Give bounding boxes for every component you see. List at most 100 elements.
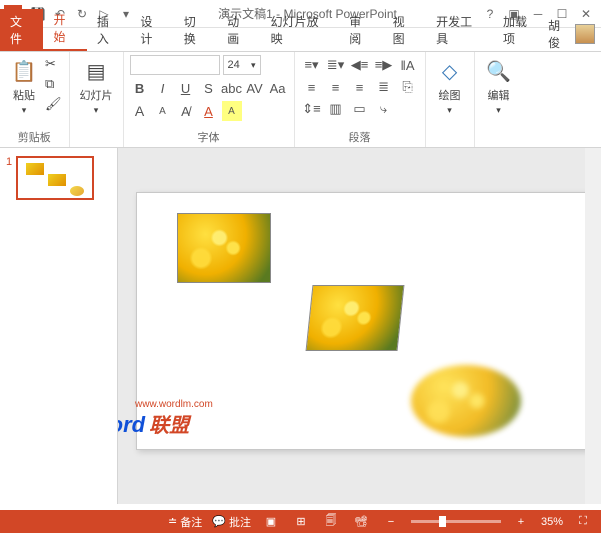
tab-developer[interactable]: 开发工具 xyxy=(426,9,493,51)
align-text-button[interactable]: ⎘ xyxy=(397,77,419,97)
notes-button[interactable]: ≐备注 xyxy=(168,514,202,530)
watermark-cn: 联盟 xyxy=(149,409,189,438)
reading-view-icon[interactable]: 🗐 xyxy=(321,512,341,531)
increase-indent-button[interactable]: ≡▶ xyxy=(373,55,395,75)
numbering-button[interactable]: ≣▾ xyxy=(325,55,347,75)
change-case-button[interactable]: Aa xyxy=(268,78,288,98)
tab-file[interactable]: 文件 xyxy=(0,9,43,51)
tab-review[interactable]: 审阅 xyxy=(339,9,382,51)
shadow-button[interactable]: abc xyxy=(222,78,242,98)
chevron-down-icon: ▾ xyxy=(496,105,501,116)
comments-icon: 💬 xyxy=(212,515,226,528)
vertical-scrollbar[interactable] xyxy=(585,148,601,504)
slide-canvas-area[interactable]: www.wordlm.com W ord 联盟 xyxy=(118,148,601,504)
fit-window-icon[interactable]: ⛶ xyxy=(573,515,593,528)
thumbnail-item[interactable]: 1 xyxy=(6,156,111,200)
paste-button[interactable]: 📋 粘贴 ▾ xyxy=(6,55,42,127)
character-spacing-button[interactable]: AV xyxy=(245,78,265,98)
group-clipboard: 📋 粘贴 ▾ ✂ ⧉ 🖌 剪贴板 xyxy=(0,52,70,147)
group-label-clipboard: 剪贴板 xyxy=(6,127,63,145)
zoom-level[interactable]: 35% xyxy=(541,516,563,528)
username-label: 胡俊 xyxy=(548,17,571,51)
decrease-indent-button[interactable]: ◀≡ xyxy=(349,55,371,75)
align-center-button[interactable]: ≡ xyxy=(325,77,347,97)
editing-button[interactable]: 🔍 编辑 ▾ xyxy=(481,55,517,143)
watermark-ord: ord xyxy=(118,412,145,438)
tab-addins[interactable]: 加载项 xyxy=(493,9,548,51)
tab-home[interactable]: 开始 xyxy=(43,7,86,51)
ribbon: 📋 粘贴 ▾ ✂ ⧉ 🖌 剪贴板 ▤ 幻灯片 ▾ 24▾ xyxy=(0,52,601,148)
copy-icon[interactable]: ⧉ xyxy=(44,75,63,93)
paste-label: 粘贴 xyxy=(13,87,35,103)
line-spacing-button[interactable]: ⇕≡ xyxy=(301,99,323,119)
format-painter-icon[interactable]: 🖌 xyxy=(44,95,63,113)
status-bar: ≐备注 💬批注 ▣ ⊞ 🗐 📽 − + 35% ⛶ xyxy=(0,510,601,533)
group-slides: ▤ 幻灯片 ▾ xyxy=(70,52,124,147)
group-label-paragraph: 段落 xyxy=(301,127,419,145)
clear-formatting-button[interactable]: A̸ xyxy=(176,101,196,121)
underline-button[interactable]: U xyxy=(176,78,196,98)
zoom-slider[interactable] xyxy=(411,520,501,523)
bullets-button[interactable]: ≡▾ xyxy=(301,55,323,75)
convert-smartart-button[interactable]: ▭ xyxy=(349,99,371,119)
tab-view[interactable]: 视图 xyxy=(383,9,426,51)
editing-label: 编辑 xyxy=(488,87,510,103)
avatar xyxy=(575,24,595,44)
notes-icon: ≐ xyxy=(168,515,177,528)
image-tulips-1[interactable] xyxy=(177,213,271,283)
watermark: www.wordlm.com W ord 联盟 xyxy=(118,409,189,439)
strikethrough-button[interactable]: S xyxy=(199,78,219,98)
group-drawing: ◇ 绘图 ▾ xyxy=(426,52,475,147)
slide-number: 1 xyxy=(6,156,12,200)
tab-design[interactable]: 设计 xyxy=(130,9,173,51)
italic-button[interactable]: I xyxy=(153,78,173,98)
font-size-combo[interactable]: 24▾ xyxy=(223,55,261,75)
image-tulips-2[interactable] xyxy=(306,285,405,351)
tab-slideshow[interactable]: 幻灯片放映 xyxy=(261,9,340,51)
font-name-combo[interactable] xyxy=(130,55,220,75)
account-area[interactable]: 胡俊 xyxy=(548,17,601,51)
list-level-button[interactable]: ⤷ xyxy=(373,99,395,119)
new-slide-button[interactable]: ▤ 幻灯片 ▾ xyxy=(76,55,117,143)
slide[interactable]: www.wordlm.com W ord 联盟 xyxy=(136,192,588,450)
zoom-in-button[interactable]: + xyxy=(511,516,531,528)
columns-button[interactable]: ▥ xyxy=(325,99,347,119)
font-color-button[interactable]: A xyxy=(199,101,219,121)
highlight-button[interactable]: A xyxy=(222,101,242,121)
ribbon-tabs: 文件 开始 插入 设计 切换 动画 幻灯片放映 审阅 视图 开发工具 加载项 胡… xyxy=(0,28,601,52)
group-font: 24▾ B I U S abc AV Aa A A A̸ A A 字体 xyxy=(124,52,295,147)
normal-view-icon[interactable]: ▣ xyxy=(261,515,281,528)
decrease-font-button[interactable]: A xyxy=(153,101,173,121)
cut-icon[interactable]: ✂ xyxy=(44,55,63,73)
workspace: 1 www.wordlm.com W ord 联盟 xyxy=(0,148,601,504)
slide-thumbnail[interactable] xyxy=(16,156,94,200)
text-direction-button[interactable]: ‖A xyxy=(397,55,419,75)
justify-button[interactable]: ≣ xyxy=(373,77,395,97)
comments-button[interactable]: 💬批注 xyxy=(212,514,251,530)
tab-animations[interactable]: 动画 xyxy=(217,9,260,51)
slides-label: 幻灯片 xyxy=(80,87,113,103)
find-icon: 🔍 xyxy=(485,57,513,85)
drawing-label: 绘图 xyxy=(439,87,461,103)
chevron-down-icon: ▾ xyxy=(94,105,99,116)
align-left-button[interactable]: ≡ xyxy=(301,77,323,97)
increase-font-button[interactable]: A xyxy=(130,101,150,121)
group-editing: 🔍 编辑 ▾ xyxy=(475,52,523,147)
slide-icon: ▤ xyxy=(82,57,110,85)
clipboard-icon: 📋 xyxy=(10,57,38,85)
slideshow-view-icon[interactable]: 📽 xyxy=(351,515,371,528)
image-tulips-3[interactable] xyxy=(411,365,521,437)
align-right-button[interactable]: ≡ xyxy=(349,77,371,97)
zoom-slider-knob[interactable] xyxy=(439,516,446,527)
sorter-view-icon[interactable]: ⊞ xyxy=(291,515,311,528)
chevron-down-icon: ▾ xyxy=(447,105,452,116)
tab-insert[interactable]: 插入 xyxy=(87,9,130,51)
shapes-icon: ◇ xyxy=(436,57,464,85)
chevron-down-icon: ▾ xyxy=(22,105,27,116)
tab-transitions[interactable]: 切换 xyxy=(174,9,217,51)
drawing-button[interactable]: ◇ 绘图 ▾ xyxy=(432,55,468,143)
slide-thumbnails-pane: 1 xyxy=(0,148,118,504)
zoom-out-button[interactable]: − xyxy=(381,516,401,528)
group-paragraph: ≡▾ ≣▾ ◀≡ ≡▶ ‖A ≡ ≡ ≡ ≣ ⎘ ⇕≡ ▥ ▭ ⤷ 段落 xyxy=(295,52,426,147)
bold-button[interactable]: B xyxy=(130,78,150,98)
